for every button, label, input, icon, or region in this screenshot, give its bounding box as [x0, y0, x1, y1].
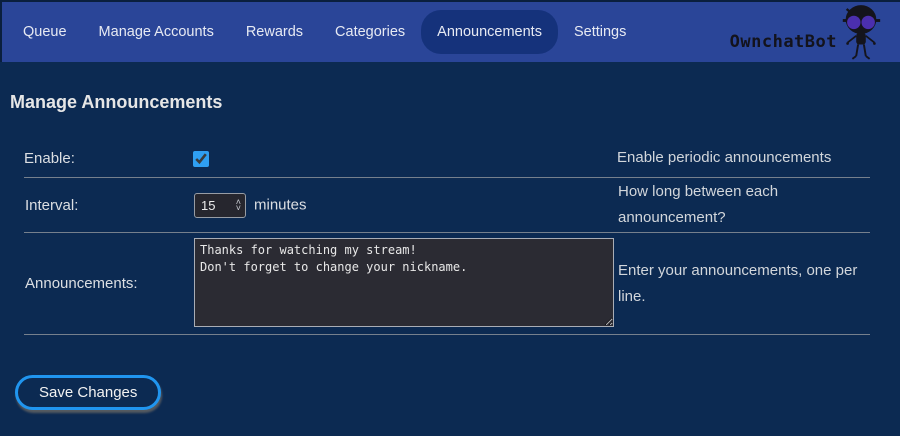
tab-settings[interactable]: Settings — [558, 10, 642, 54]
interval-row: Interval: ˄˅ minutes How long between ea… — [24, 178, 870, 233]
app-logo: OwnchatBot — [730, 3, 900, 61]
announcements-form: Enable: Enable periodic announcements In… — [24, 139, 870, 335]
enable-row: Enable: Enable periodic announcements — [24, 139, 870, 178]
nav-tabs: Queue Manage Accounts Rewards Categories… — [2, 10, 642, 54]
save-changes-button[interactable]: Save Changes — [15, 375, 161, 410]
announcements-label: Announcements: — [24, 233, 193, 335]
announcements-row: Announcements: Enter your announcements,… — [24, 233, 870, 335]
top-navbar: Queue Manage Accounts Rewards Categories… — [0, 0, 900, 62]
tab-rewards[interactable]: Rewards — [230, 10, 319, 54]
interval-input-box: ˄˅ — [194, 193, 246, 218]
interval-label: Interval: — [24, 178, 193, 233]
tab-manage-accounts[interactable]: Manage Accounts — [83, 10, 230, 54]
page-title: Manage Announcements — [10, 92, 900, 113]
tab-queue[interactable]: Queue — [7, 10, 83, 54]
interval-input[interactable] — [195, 198, 223, 213]
announcements-textarea[interactable] — [194, 238, 614, 327]
tab-categories[interactable]: Categories — [319, 10, 421, 54]
tab-announcements[interactable]: Announcements — [421, 10, 558, 54]
interval-unit-label: minutes — [254, 196, 307, 213]
number-spinner-icon[interactable]: ˄˅ — [236, 199, 241, 211]
enable-checkbox[interactable] — [193, 151, 209, 167]
robot-icon — [838, 3, 884, 61]
enable-label: Enable: — [24, 139, 193, 178]
enable-help-text: Enable periodic announcements — [617, 139, 870, 178]
interval-help-text: How long between each announcement? — [617, 178, 870, 233]
announcements-help-text: Enter your announcements, one per line. — [617, 233, 870, 335]
logo-text: OwnchatBot — [730, 32, 837, 52]
